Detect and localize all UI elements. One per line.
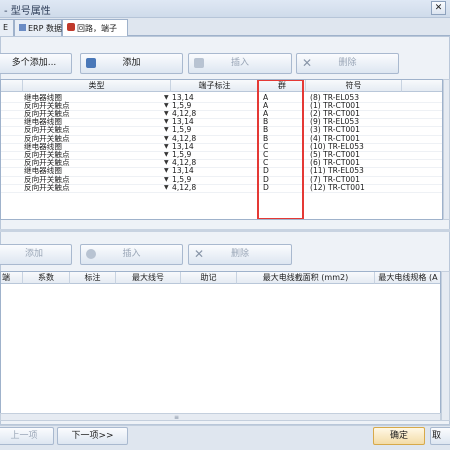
column-header-max-wire-section[interactable]: 最大电线截面积 (mm2) bbox=[237, 272, 375, 284]
column-header-blank bbox=[402, 80, 442, 92]
chevron-down-icon[interactable]: ▼ bbox=[164, 160, 169, 166]
delete-button-secondary[interactable]: ✕ 删除 bbox=[188, 244, 292, 265]
chevron-down-icon[interactable]: ▼ bbox=[164, 135, 169, 142]
cancel-button[interactable]: 取 bbox=[430, 427, 450, 445]
window-title-bar: - 型号属性 bbox=[0, 0, 450, 18]
chevron-down-icon[interactable]: ▼ bbox=[164, 184, 169, 191]
chevron-down-icon[interactable]: ▼ bbox=[164, 119, 169, 125]
column-header-mnemonic[interactable]: 助记 bbox=[181, 272, 237, 284]
add-button-secondary[interactable]: 添加 bbox=[0, 244, 72, 265]
chevron-down-icon[interactable]: ▼ bbox=[164, 111, 169, 117]
splitter[interactable] bbox=[0, 229, 450, 232]
chevron-down-icon[interactable]: ▼ bbox=[164, 168, 169, 174]
group-column-highlight bbox=[257, 80, 304, 219]
add-button[interactable]: 添加 bbox=[80, 53, 183, 74]
previous-button[interactable]: 上一项 bbox=[0, 427, 54, 445]
grid-corner bbox=[1, 80, 23, 92]
insert-button-secondary[interactable]: 插入 bbox=[80, 244, 183, 265]
insert-button[interactable]: 插入 bbox=[188, 53, 292, 74]
column-header-end[interactable]: 端 bbox=[1, 272, 23, 284]
insert-icon bbox=[86, 249, 96, 259]
horizontal-scrollbar[interactable]: ≡ bbox=[0, 413, 441, 421]
column-header-coefficient[interactable]: 系数 bbox=[23, 272, 70, 284]
ok-button[interactable]: 确定 bbox=[373, 427, 425, 445]
close-icon[interactable]: ✕ bbox=[431, 1, 446, 15]
database-icon bbox=[19, 24, 26, 31]
table-row[interactable]: 反向开关触点 ▼ 4,12,8 D (12) TR-CT001 bbox=[1, 183, 442, 193]
chevron-down-icon[interactable]: ▼ bbox=[164, 152, 169, 158]
scroll-grip-icon: ≡ bbox=[174, 414, 180, 421]
vertical-scrollbar[interactable] bbox=[443, 79, 450, 220]
chevron-down-icon[interactable]: ▼ bbox=[164, 176, 169, 183]
chevron-down-icon[interactable]: ▼ bbox=[164, 127, 169, 133]
column-header-annotation[interactable]: 标注 bbox=[70, 272, 116, 284]
tab-e[interactable]: E bbox=[0, 19, 14, 36]
column-header-max-wire-number[interactable]: 最大线号 bbox=[116, 272, 181, 284]
chevron-down-icon[interactable]: ▼ bbox=[164, 102, 169, 109]
column-header-terminal[interactable]: 端子标注 bbox=[171, 80, 259, 92]
column-header-max-wire-spec[interactable]: 最大电线规格 (A bbox=[375, 272, 440, 284]
column-header-symbol[interactable]: 符号 bbox=[306, 80, 402, 92]
tab-erp-data[interactable]: ERP 数据 bbox=[14, 19, 62, 36]
chevron-down-icon[interactable]: ▼ bbox=[164, 143, 169, 150]
next-button[interactable]: 下一项>> bbox=[57, 427, 128, 445]
vertical-scrollbar-secondary[interactable] bbox=[441, 271, 450, 421]
tab-circuit-terminal[interactable]: 回路，端子 bbox=[62, 19, 128, 37]
chevron-down-icon[interactable]: ▼ bbox=[164, 94, 169, 101]
window-title: - 型号属性 bbox=[4, 6, 51, 17]
circuit-icon bbox=[67, 23, 75, 31]
delete-button[interactable]: ✕ 删除 bbox=[296, 53, 399, 74]
delete-icon: ✕ bbox=[302, 56, 313, 70]
add-icon bbox=[86, 58, 96, 68]
connection-grid: 端 系数 标注 最大线号 助记 最大电线截面积 (mm2) 最大电线规格 (A bbox=[0, 271, 441, 421]
add-many-button[interactable]: 多个添加... bbox=[0, 53, 72, 74]
column-header-type[interactable]: 类型 bbox=[23, 80, 171, 92]
circuit-grid: 类型 端子标注 群 符号 继电器线圈 ▼ 13,14 A (8) TR-EL053 反向… bbox=[0, 79, 443, 220]
delete-icon: ✕ bbox=[194, 247, 205, 261]
insert-icon bbox=[194, 58, 204, 68]
